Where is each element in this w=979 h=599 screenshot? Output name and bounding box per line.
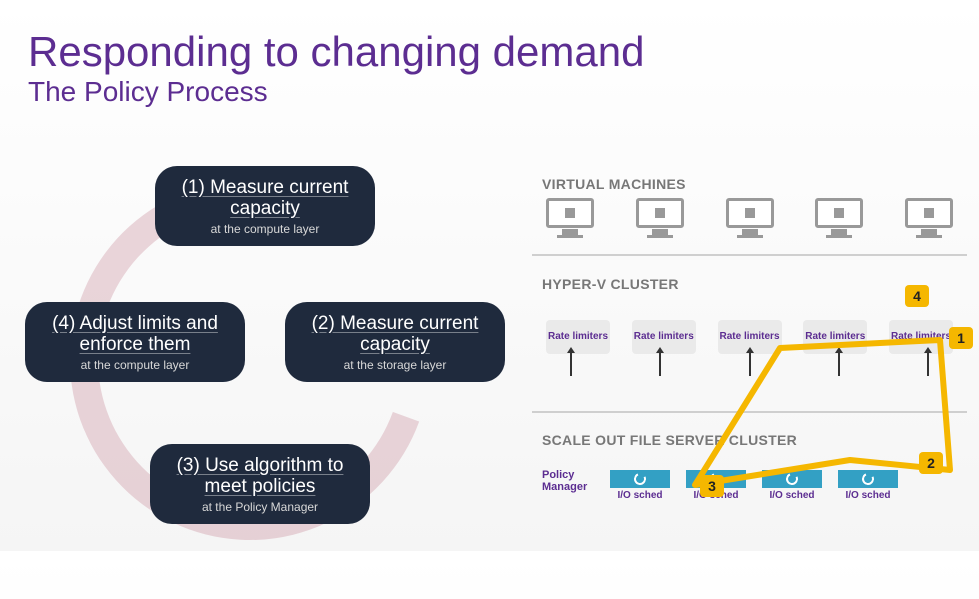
fs-node: I/O sched <box>762 470 822 502</box>
arrow-up-icon <box>659 352 661 376</box>
step-2-measure-storage: (2) Measure current capacity at the stor… <box>285 302 505 382</box>
step-3-algorithm: (3) Use algorithm to meet policies at th… <box>150 444 370 524</box>
io-sched-label: I/O sched <box>769 491 814 502</box>
hv-node: Rate limiters <box>889 320 953 354</box>
step-sub: at the Policy Manager <box>164 500 356 514</box>
step-1-measure-compute: (1) Measure current capacity at the comp… <box>155 166 375 246</box>
fs-node: I/O sched <box>838 470 898 502</box>
sync-icon <box>860 471 875 486</box>
fs-service-icon <box>838 470 898 488</box>
hv-node: Rate limiters <box>546 320 610 354</box>
step-heading: (2) Measure current capacity <box>299 314 491 356</box>
rate-limiter-label: Rate limiters <box>548 332 608 343</box>
hv-row: Rate limiters Rate limiters Rate limiter… <box>542 320 957 354</box>
fs-node: I/O sched <box>610 470 670 502</box>
step-sub: at the compute layer <box>169 222 361 236</box>
badge-1: 1 <box>949 327 973 349</box>
panel-title: VIRTUAL MACHINES <box>542 176 957 192</box>
monitor-icon <box>636 198 684 240</box>
slide-subtitle: The Policy Process <box>0 76 979 108</box>
vm-row <box>542 198 957 240</box>
fs-service-icon <box>762 470 822 488</box>
step-heading: (1) Measure current capacity <box>169 178 361 220</box>
monitor-icon <box>546 198 594 240</box>
monitor-icon <box>815 198 863 240</box>
sync-icon <box>632 471 647 486</box>
arrow-up-icon <box>838 352 840 376</box>
panel-title: SCALE OUT FILE SERVER CLUSTER <box>542 432 957 448</box>
panel-scale-out-file-server: SCALE OUT FILE SERVER CLUSTER Policy Man… <box>532 424 967 534</box>
arrow-up-icon <box>570 352 572 376</box>
monitor-icon <box>905 198 953 240</box>
slide-title: Responding to changing demand <box>0 0 979 76</box>
hv-arrows <box>542 352 957 380</box>
sync-icon <box>784 471 799 486</box>
fs-row: Policy Manager I/O sched I/O sched I/O s… <box>542 470 957 502</box>
badge-2: 2 <box>919 452 943 474</box>
step-sub: at the storage layer <box>299 358 491 372</box>
step-sub: at the compute layer <box>39 358 231 372</box>
step-heading: (4) Adjust limits and enforce them <box>39 314 231 356</box>
step-heading: (3) Use algorithm to meet policies <box>164 456 356 498</box>
rate-limiter-label: Rate limiters <box>805 332 865 343</box>
panel-title: HYPER-V CLUSTER <box>542 276 957 292</box>
policy-manager-label: Policy Manager <box>542 470 594 493</box>
badge-4: 4 <box>905 285 929 307</box>
monitor-icon <box>726 198 774 240</box>
fs-service-icon <box>610 470 670 488</box>
rate-limiter-label: Rate limiters <box>719 332 779 343</box>
rate-limiter-label: Rate limiters <box>891 332 951 343</box>
panel-hyperv-cluster: HYPER-V CLUSTER Rate limiters Rate limit… <box>532 268 967 413</box>
step-4-adjust-limits: (4) Adjust limits and enforce them at th… <box>25 302 245 382</box>
badge-3: 3 <box>700 475 724 497</box>
io-sched-label: I/O sched <box>617 491 662 502</box>
arrow-up-icon <box>927 352 929 376</box>
panel-virtual-machines: VIRTUAL MACHINES <box>532 168 967 256</box>
io-sched-label: I/O sched <box>845 491 890 502</box>
rate-limiter-label: Rate limiters <box>634 332 694 343</box>
arrow-up-icon <box>749 352 751 376</box>
